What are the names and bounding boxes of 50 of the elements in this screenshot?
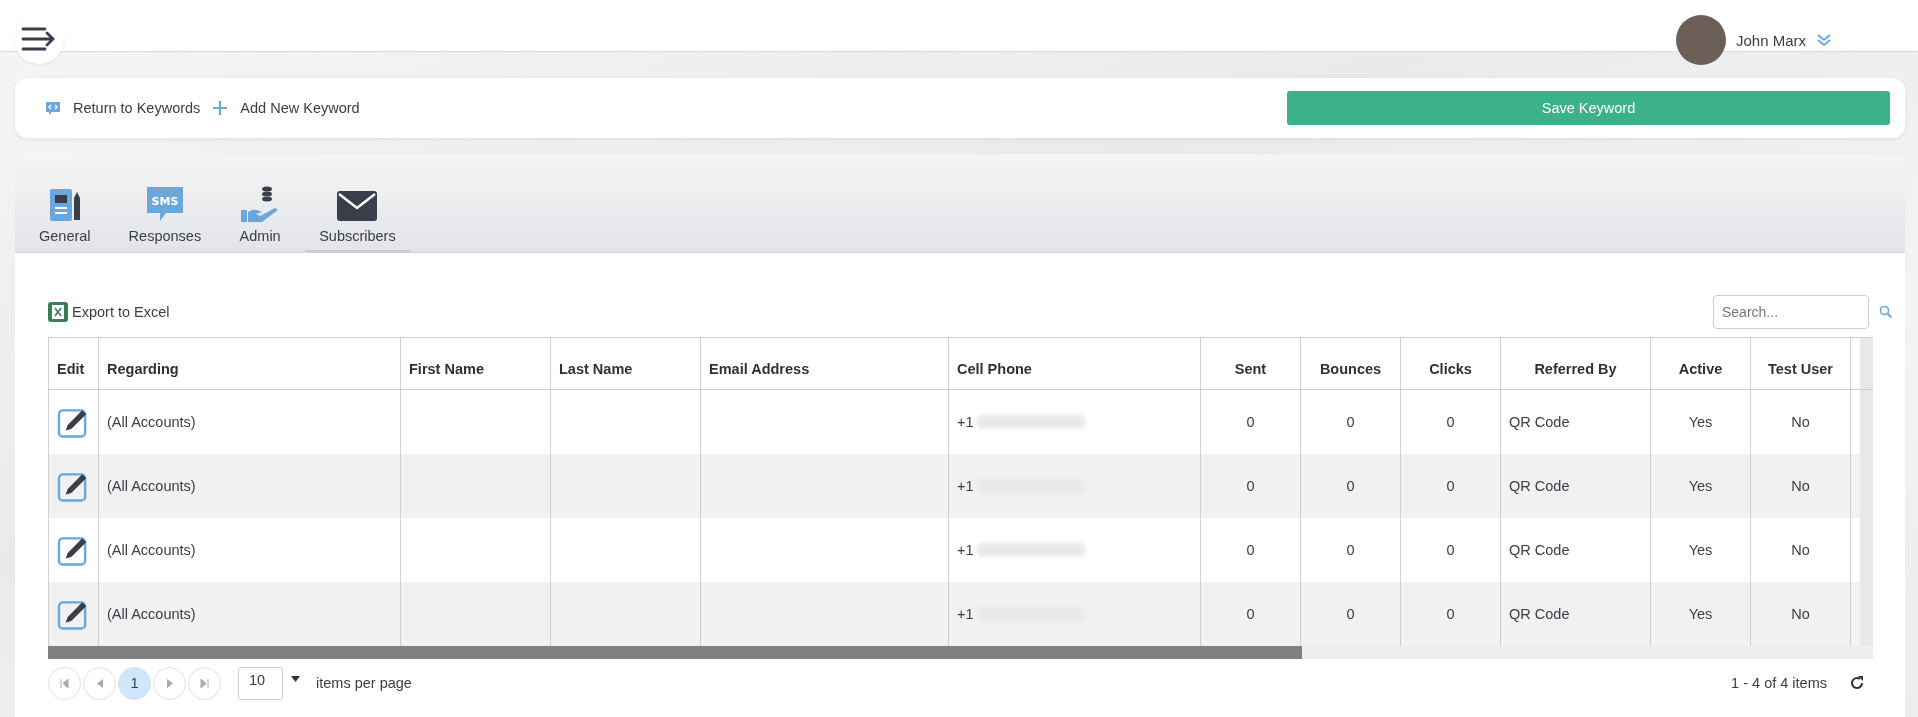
search-icon[interactable] bbox=[1879, 305, 1893, 319]
last-page-icon bbox=[200, 678, 209, 688]
first-page-icon bbox=[60, 678, 69, 688]
column-header[interactable]: Test User bbox=[1750, 338, 1850, 389]
column-header[interactable]: Regarding bbox=[98, 338, 400, 389]
phone-prefix: +1 bbox=[957, 542, 974, 558]
column-header[interactable]: Cell Phone bbox=[948, 338, 1200, 389]
menu-icon bbox=[21, 26, 57, 52]
search-field[interactable]: Search... bbox=[1713, 295, 1869, 329]
per-page-label: items per page bbox=[316, 675, 412, 691]
prev-page-icon bbox=[96, 678, 103, 688]
phone-prefix: +1 bbox=[957, 606, 974, 622]
chevron-down-icon[interactable] bbox=[1816, 33, 1832, 47]
column-header[interactable]: First Name bbox=[400, 338, 550, 389]
tab[interactable]: Admin bbox=[225, 184, 296, 252]
column-header[interactable]: Referred By bbox=[1500, 338, 1650, 389]
next-page-icon bbox=[166, 678, 173, 688]
prev-page-button[interactable] bbox=[83, 666, 116, 700]
column-header[interactable]: Active bbox=[1650, 338, 1750, 389]
menu-button[interactable] bbox=[14, 14, 64, 64]
column-header[interactable]: Sent bbox=[1200, 338, 1300, 389]
column-header[interactable]: Clicks bbox=[1400, 338, 1500, 389]
next-page-button[interactable] bbox=[153, 666, 186, 700]
column-header[interactable]: Edit bbox=[48, 338, 98, 389]
user-name[interactable]: John Marx bbox=[1735, 31, 1806, 49]
column-header[interactable]: Bounces bbox=[1300, 338, 1400, 389]
spreadsheet-icon bbox=[48, 301, 68, 323]
envelope-icon bbox=[336, 188, 379, 224]
avatar[interactable] bbox=[1675, 15, 1726, 65]
refresh-icon[interactable] bbox=[1849, 675, 1865, 691]
tab[interactable]: Subscribers bbox=[305, 188, 410, 252]
code-bubble-icon bbox=[45, 100, 61, 116]
plus-icon bbox=[212, 100, 229, 116]
page-button[interactable]: 1 bbox=[118, 666, 151, 700]
first-page-button[interactable] bbox=[48, 666, 81, 700]
phone-prefix: +1 bbox=[957, 478, 974, 494]
tab[interactable]: General bbox=[25, 186, 105, 252]
dropdown-caret-icon[interactable] bbox=[291, 675, 300, 682]
page-size-field[interactable]: 10 bbox=[238, 666, 283, 700]
last-page-button[interactable] bbox=[188, 666, 221, 700]
phone-prefix: +1 bbox=[957, 414, 974, 430]
scrollbar-thumb[interactable] bbox=[48, 646, 1302, 659]
column-header[interactable]: Email Address bbox=[700, 338, 948, 389]
return-link[interactable]: Return to Keywords bbox=[45, 100, 201, 116]
column-header[interactable]: Last Name bbox=[550, 338, 700, 389]
tab[interactable]: SMS Responses bbox=[114, 184, 216, 252]
items-summary: 1 - 4 of 4 items bbox=[1731, 675, 1827, 691]
add-keyword-link[interactable]: Add New Keyword bbox=[212, 100, 360, 116]
export-excel-link[interactable]: Export to Excel bbox=[48, 301, 170, 323]
scrollbar-track[interactable] bbox=[48, 646, 1873, 659]
